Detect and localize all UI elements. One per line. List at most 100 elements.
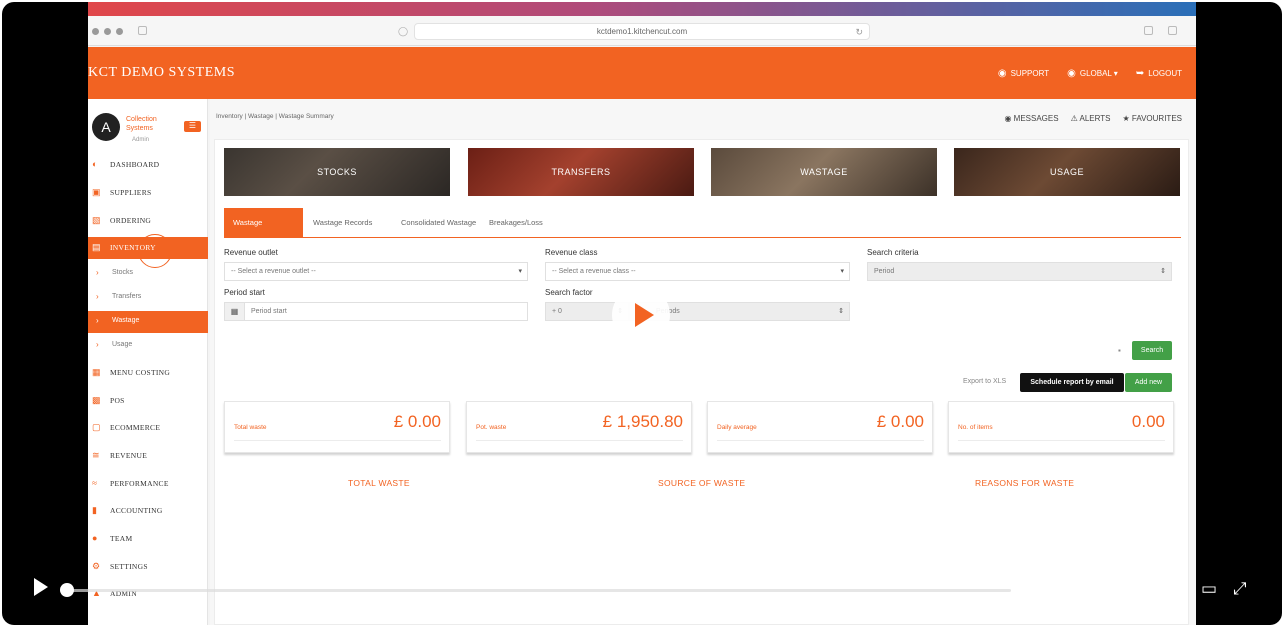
sidebar-toggle-icon	[138, 26, 147, 35]
sidebar-item-pos[interactable]: ▩ POS	[88, 390, 208, 412]
revenue-outlet-label: Revenue outlet	[224, 248, 278, 257]
browser-toolbar: ◯ kctdemo1.kitchencut.com ↻	[88, 16, 1196, 46]
tab-wastage-records[interactable]: Wastage Records	[304, 208, 381, 237]
support-link[interactable]: ◉ SUPPORT	[998, 68, 1049, 79]
chevron-down-icon: ▾	[518, 268, 522, 275]
tile-wastage[interactable]: WASTAGE	[711, 148, 937, 196]
big-play-button[interactable]	[612, 286, 670, 344]
ecommerce-icon: ▢	[92, 422, 101, 432]
stat-card-pot-waste: Pot. waste £ 1,950.80	[466, 401, 692, 453]
sidebar-subitem-transfers[interactable]: › Transfers	[88, 287, 208, 309]
alert-icon: ⚠	[1070, 114, 1080, 123]
period-start-input[interactable]: ▦ Period start	[224, 302, 528, 321]
chevron-right-icon: ›	[96, 268, 99, 277]
sidebar-item-dashboard[interactable]: ◐ DASHBOARD	[88, 154, 208, 176]
chevron-updown-icon: ⇕	[1160, 268, 1166, 275]
chevron-right-icon: ›	[96, 292, 99, 301]
sidebar-item-ordering[interactable]: ▧ ORDERING	[88, 210, 208, 232]
revenue-outlet-select[interactable]: -- Select a revenue outlet -- ▾	[224, 262, 528, 281]
calendar-icon: ▦	[225, 303, 245, 320]
book-icon: ▦	[92, 367, 101, 377]
window-dot	[116, 28, 123, 35]
play-icon	[635, 303, 654, 327]
revenue-class-label: Revenue class	[545, 248, 598, 257]
menu-toggle-button[interactable]: ☰	[184, 121, 201, 132]
sidebar-subitem-wastage[interactable]: › Wastage	[88, 311, 208, 333]
stat-card-total-waste: Total waste £ 0.00	[224, 401, 450, 453]
sidebar-item-performance[interactable]: ≈ PERFORMANCE	[88, 473, 208, 495]
inventory-icon: ▤	[92, 242, 101, 252]
tile-transfers[interactable]: TRANSFERS	[468, 148, 694, 196]
address-bar: kctdemo1.kitchencut.com ↻	[414, 23, 870, 40]
add-new-button[interactable]: Add new	[1125, 373, 1172, 392]
gear-icon[interactable]: ⚙	[1170, 579, 1185, 599]
play-icon[interactable]	[34, 578, 48, 596]
search-criteria-select[interactable]: Period ⇕	[867, 262, 1172, 281]
sidebar-item-suppliers[interactable]: ▣ SUPPLIERS	[88, 182, 208, 204]
revenue-class-select[interactable]: -- Select a revenue class -- ▾	[545, 262, 850, 281]
section-source-of-waste: SOURCE OF WASTE	[658, 478, 746, 488]
pos-icon: ▩	[92, 395, 101, 405]
search-button[interactable]: Search	[1132, 341, 1172, 360]
clear-icon[interactable]: ▪	[1118, 346, 1121, 355]
sidebar-item-ecommerce[interactable]: ▢ ECOMMERCE	[88, 417, 208, 439]
tab-consolidated-wastage[interactable]: Consolidated Wastage	[392, 208, 485, 237]
main-content: Inventory | Wastage | Wastage Summary ◉ …	[210, 99, 1196, 625]
cart-icon: ▧	[92, 215, 101, 225]
sidebar-item-accounting[interactable]: ▮ ACCOUNTING	[88, 500, 208, 522]
logout-link[interactable]: ➥ LOGOUT	[1136, 68, 1182, 79]
tab-breakages-loss[interactable]: Breakages/Loss	[480, 208, 552, 237]
progress-bar[interactable]	[66, 589, 1011, 592]
sidebar-item-revenue[interactable]: ≅ REVENUE	[88, 445, 208, 467]
tile-usage[interactable]: USAGE	[954, 148, 1180, 196]
tab-wastage-summary[interactable]: Wastage Summary	[224, 208, 303, 256]
chart-icon: ≅	[92, 450, 100, 460]
tab-bar: Wastage Summary Wastage Records Consolid…	[224, 208, 1181, 256]
truck-icon: ▣	[92, 187, 101, 197]
tile-stocks[interactable]: STOCKS	[224, 148, 450, 196]
user-role: Admin	[132, 137, 150, 143]
video-player[interactable]: ◯ kctdemo1.kitchencut.com ↻ KCT DEMO SYS…	[2, 2, 1282, 625]
sidebar-item-team[interactable]: ● TEAM	[88, 528, 208, 550]
brand-name: KCT DEMO SYSTEMS	[88, 65, 235, 80]
avatar[interactable]: A	[92, 113, 120, 141]
reload-icon: ↻	[855, 27, 863, 37]
breadcrumb: Inventory | Wastage | Wastage Summary	[216, 113, 334, 120]
ledger-icon: ▮	[92, 505, 98, 515]
section-total-waste: TOTAL WASTE	[348, 478, 410, 488]
search-factor-label: Search factor	[545, 288, 593, 297]
line-chart-icon: ≈	[92, 478, 98, 488]
wastage-panel: STOCKS TRANSFERS WASTAGE USAGE Wastage S…	[214, 139, 1189, 625]
player-controls: 05:12 🕪 ⚙ ▭ ⤢	[2, 568, 1282, 612]
user-name: Collection Systems	[126, 116, 157, 132]
shield-icon: ◯	[398, 26, 409, 36]
global-menu[interactable]: ◉ GLOBAL ▾	[1067, 68, 1118, 79]
app-header: KCT DEMO SYSTEMS ◉ SUPPORT ◉ GLOBAL ▾ ➥ LOG…	[88, 47, 1196, 99]
header-nav: ◉ SUPPORT ◉ GLOBAL ▾ ➥ LOGOUT	[998, 68, 1182, 79]
chevron-updown-icon: ⇕	[838, 308, 844, 315]
globe-icon: ◉	[997, 68, 1007, 79]
volume-icon[interactable]: 🕪	[1060, 580, 1069, 597]
tabs-icon	[1168, 26, 1177, 35]
progress-knob[interactable]	[60, 583, 74, 597]
sidebar: A Collection Systems Admin ☰ ◐ DASHBOARD …	[88, 99, 208, 625]
sidebar-subitem-usage[interactable]: › Usage	[88, 335, 208, 357]
messages-link[interactable]: ◉ MESSAGES	[1004, 114, 1058, 123]
window-dot	[104, 28, 111, 35]
volume-knob[interactable]	[1143, 583, 1157, 597]
fullscreen-icon[interactable]: ⤢	[1233, 579, 1247, 599]
period-start-label: Period start	[224, 288, 265, 297]
team-icon: ●	[92, 533, 98, 543]
chat-icon: ◉	[1004, 114, 1014, 123]
airplay-icon[interactable]: ▭	[1201, 579, 1217, 599]
alerts-link[interactable]: ⚠ ALERTS	[1071, 114, 1111, 123]
stat-card-daily-average: Daily average £ 0.00	[707, 401, 933, 453]
export-xls-link[interactable]: Export to XLS	[963, 378, 1006, 385]
volume-slider[interactable]	[1090, 589, 1150, 592]
sidebar-item-menu-costing[interactable]: ▦ MENU COSTING	[88, 362, 208, 384]
browser-top-stripe	[88, 2, 1196, 16]
chevron-right-icon: ›	[96, 316, 99, 325]
favourites-link[interactable]: ★ FAVOURITES	[1123, 114, 1183, 123]
chevron-down-icon: ▾	[840, 268, 844, 275]
schedule-report-button[interactable]: Schedule report by email	[1020, 373, 1124, 392]
